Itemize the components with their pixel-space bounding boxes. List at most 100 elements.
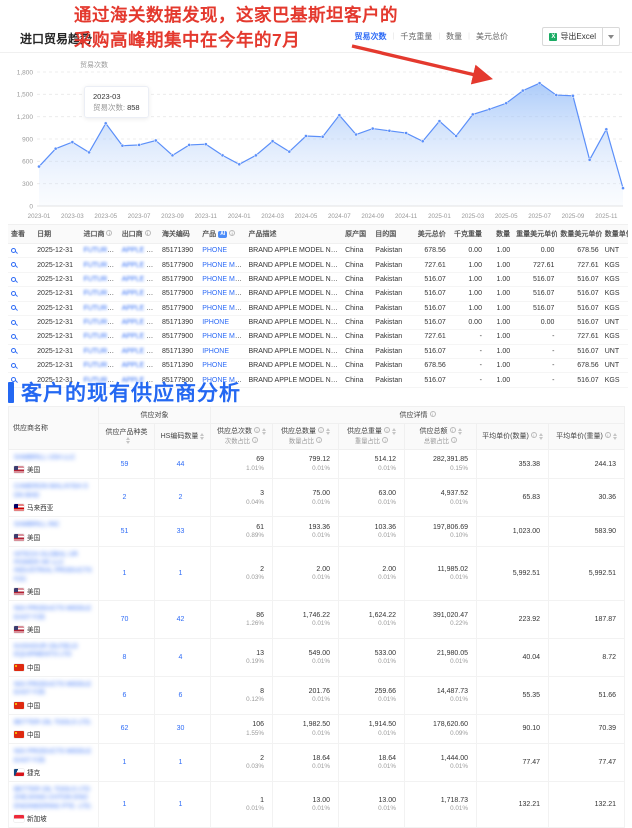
product-link[interactable]: PHONE MOTHER [202, 305, 245, 312]
data-point[interactable] [288, 150, 291, 153]
info-icon[interactable]: i [318, 427, 324, 433]
data-point[interactable] [138, 143, 141, 146]
sort-icon[interactable] [458, 428, 462, 435]
importer-link[interactable]: FUTURE ... [83, 348, 118, 355]
cell-product-kinds[interactable]: 1 [99, 546, 155, 601]
product-link[interactable]: PHONE MOTHER [202, 262, 245, 269]
product-link[interactable]: PHONE [202, 247, 227, 254]
data-point[interactable] [354, 133, 357, 136]
importer-link[interactable]: FUTURE ... [83, 247, 118, 254]
magnifier-icon[interactable] [11, 291, 16, 296]
data-point[interactable] [121, 144, 124, 147]
exporter-link[interactable]: APPLE S... [122, 262, 157, 269]
cell-hs-count[interactable]: 2 [155, 479, 211, 517]
supplier-name-link[interactable]: NGI PRODUCTS MIDDLE EAST FZE [14, 748, 95, 765]
data-point[interactable] [254, 154, 257, 157]
data-point[interactable] [571, 94, 574, 97]
magnifier-icon[interactable] [11, 334, 16, 339]
cell-product-kinds[interactable]: 8 [99, 639, 155, 677]
product-link[interactable]: PHONE MOTHER [202, 276, 245, 283]
data-point[interactable] [521, 89, 524, 92]
data-point[interactable] [505, 102, 508, 105]
data-point[interactable] [271, 140, 274, 143]
cell-hs-count[interactable]: 44 [155, 450, 211, 479]
product-link[interactable]: PHONE MOTHER [202, 290, 245, 297]
exporter-link[interactable]: APPLE S... [122, 319, 157, 326]
importer-link[interactable]: FUTURE ... [83, 290, 118, 297]
magnifier-icon[interactable] [11, 248, 16, 253]
magnifier-icon[interactable] [11, 277, 16, 282]
data-point[interactable] [188, 143, 191, 146]
cell-hs-count[interactable]: 4 [155, 639, 211, 677]
data-point[interactable] [54, 147, 57, 150]
data-point[interactable] [304, 134, 307, 137]
info-icon[interactable]: i [229, 230, 235, 236]
magnifier-icon[interactable] [11, 262, 16, 267]
product-link[interactable]: PHONE [202, 362, 227, 369]
magnifier-icon[interactable] [11, 320, 16, 325]
info-icon[interactable]: i [106, 230, 112, 236]
sort-icon[interactable] [326, 428, 330, 435]
info-icon[interactable]: i [430, 411, 436, 417]
data-point[interactable] [438, 120, 441, 123]
data-point[interactable] [538, 82, 541, 85]
importer-link[interactable]: FUTURE ... [83, 319, 118, 326]
supplier-name-link[interactable]: NGI PRODUCTS MIDDLE EAST FZE [14, 605, 95, 622]
exporter-link[interactable]: APPLE S... [122, 247, 157, 254]
cell-product-kinds[interactable]: 1 [99, 781, 155, 827]
tab-quantity[interactable]: 数量 [440, 31, 468, 42]
data-point[interactable] [221, 154, 224, 157]
info-icon[interactable]: i [145, 230, 151, 236]
supplier-name-link[interactable]: BETTER OIL TOOLS LTD ZHEJIANG CHTON ENO … [14, 786, 95, 811]
cell-hs-count[interactable]: 1 [155, 744, 211, 782]
tab-kg-weight[interactable]: 千克重量 [394, 31, 438, 42]
exporter-link[interactable]: APPLE S... [122, 348, 157, 355]
importer-link[interactable]: FUTURE ... [83, 262, 118, 269]
data-point[interactable] [555, 93, 558, 96]
exporter-link[interactable]: APPLE S... [122, 276, 157, 283]
data-point[interactable] [388, 129, 391, 132]
magnifier-icon[interactable] [11, 348, 16, 353]
info-icon[interactable]: i [252, 437, 258, 443]
cell-product-kinds[interactable]: 1 [99, 744, 155, 782]
info-icon[interactable]: i [531, 432, 537, 438]
data-point[interactable] [104, 122, 107, 125]
exporter-link[interactable]: APPLE S... [122, 290, 157, 297]
data-point[interactable] [71, 141, 74, 144]
exporter-link[interactable]: APPLE S... [122, 362, 157, 369]
cell-product-kinds[interactable]: 51 [99, 517, 155, 546]
data-point[interactable] [154, 139, 157, 142]
sort-icon[interactable] [262, 428, 266, 435]
data-point[interactable] [621, 187, 624, 190]
export-dropdown-caret[interactable] [602, 27, 620, 46]
supplier-name-link[interactable]: SAMBRILL USA LLC [14, 454, 95, 462]
data-point[interactable] [171, 154, 174, 157]
data-point[interactable] [421, 140, 424, 143]
info-icon[interactable]: i [382, 437, 388, 443]
sort-icon[interactable] [126, 437, 130, 444]
cell-product-kinds[interactable]: 62 [99, 714, 155, 743]
info-icon[interactable]: i [451, 437, 457, 443]
info-icon[interactable]: i [384, 427, 390, 433]
data-point[interactable] [605, 128, 608, 131]
cell-product-kinds[interactable]: 6 [99, 676, 155, 714]
data-point[interactable] [371, 127, 374, 130]
data-point[interactable] [87, 151, 90, 154]
cell-hs-count[interactable]: 33 [155, 517, 211, 546]
data-point[interactable] [338, 114, 341, 117]
tab-usd-total[interactable]: 美元总价 [470, 31, 514, 42]
info-icon[interactable]: i [316, 437, 322, 443]
sort-icon[interactable] [200, 433, 204, 440]
cell-product-kinds[interactable]: 70 [99, 601, 155, 639]
data-point[interactable] [37, 165, 40, 168]
cell-hs-count[interactable]: 1 [155, 781, 211, 827]
importer-link[interactable]: FUTURE ... [83, 305, 118, 312]
exporter-link[interactable]: APPLE S... [122, 305, 157, 312]
sort-icon[interactable] [539, 433, 543, 440]
data-point[interactable] [321, 135, 324, 138]
product-link[interactable]: PHONE MOTHER [202, 333, 245, 340]
data-point[interactable] [238, 163, 241, 166]
export-excel-button[interactable]: X 导出Excel [542, 27, 602, 46]
product-link[interactable]: IPHONE [202, 319, 229, 326]
cell-hs-count[interactable]: 30 [155, 714, 211, 743]
